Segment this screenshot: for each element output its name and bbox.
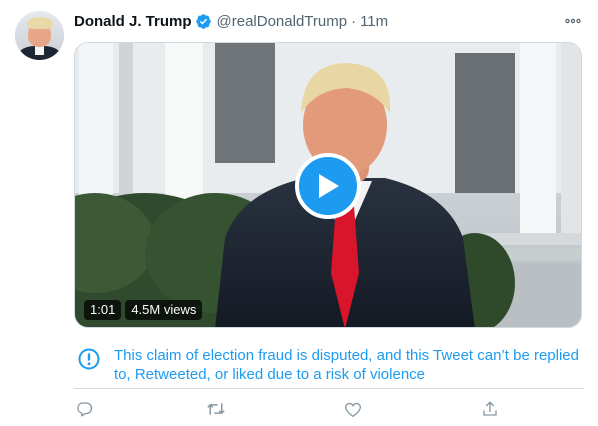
disputed-claim-notice[interactable]: This claim of election fraud is disputed… (74, 346, 584, 386)
divider (74, 388, 584, 389)
exclamation-circle-icon (78, 348, 100, 370)
video-duration: 1:01 (84, 300, 122, 320)
heart-icon[interactable] (343, 399, 363, 419)
retweet-icon[interactable] (206, 399, 226, 419)
avatar[interactable] (15, 11, 64, 60)
notice-text: This claim of election fraud is disputed… (114, 347, 579, 383)
separator-dot: · (351, 12, 357, 30)
more-options-icon[interactable] (564, 11, 582, 31)
video-info: 1:01 4.5M views (84, 300, 203, 320)
verified-badge-icon (195, 13, 212, 30)
timestamp[interactable]: 11m (360, 13, 388, 30)
avatar-hair (27, 17, 53, 29)
share-icon[interactable] (480, 399, 500, 419)
video-player[interactable]: 1:01 4.5M views (74, 42, 582, 328)
author-handle[interactable]: @realDonaldTrump (217, 13, 348, 30)
play-icon (319, 174, 339, 198)
tweet-header: Donald J. Trump @realDonaldTrump · 11m (74, 11, 584, 31)
video-views: 4.5M views (125, 300, 203, 320)
reply-icon[interactable] (74, 399, 94, 419)
tweet[interactable]: Donald J. Trump @realDonaldTrump · 11m 1… (0, 0, 598, 426)
author-name[interactable]: Donald J. Trump (74, 13, 192, 30)
play-button[interactable] (295, 153, 361, 219)
